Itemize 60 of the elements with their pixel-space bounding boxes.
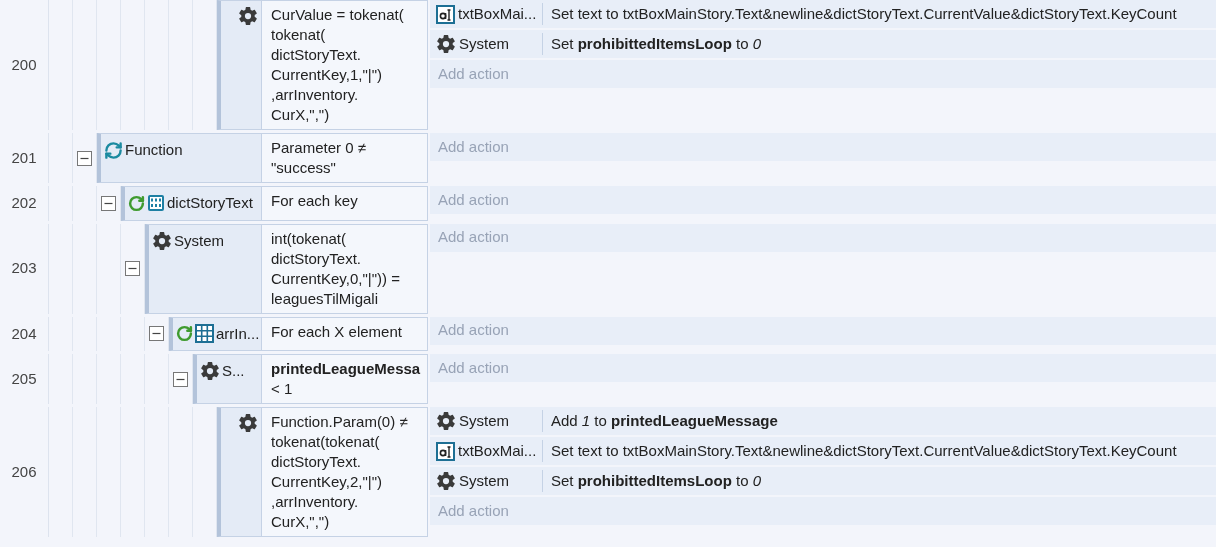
condition-block[interactable]: S... printedLeagueMessa < 1 — [193, 354, 428, 404]
action-text: Add 1 to printedLeagueMessage — [550, 410, 778, 431]
action-text: Set text to txtBoxMainStory.Text&newline&dictStoryText.CurrentValue&dictStoryText.KeyCount — [550, 440, 1177, 461]
gear-icon — [200, 361, 220, 382]
action-row[interactable]: txtBoxMai... Set text to txtBoxMainStory.Text&newline&dictStoryText.CurrentValue&dictStoryText.KeyCount — [430, 0, 1216, 28]
condition-text: For each key — [271, 191, 359, 211]
object-name: arrIn... — [216, 323, 260, 344]
object-name: System — [174, 230, 224, 251]
condition-text: For each X element — [271, 321, 403, 342]
object-name: dictStoryText — [167, 193, 253, 213]
gear-icon — [436, 34, 456, 54]
action-row[interactable]: System Add 1 to printedLeagueMessage — [430, 407, 1216, 435]
gear-icon — [436, 411, 456, 431]
gear-icon — [152, 230, 172, 251]
line-number: 201 — [11, 147, 37, 168]
condition-block[interactable]: CurValue = tokenat( tokenat( dictStoryText. CurrentKey,1,"|") ,arrInventory. CurX,",") — [217, 0, 428, 130]
object-name: S... — [222, 361, 245, 381]
collapse-button[interactable] — [125, 261, 140, 276]
condition-block[interactable]: arrIn... For each X element — [169, 316, 428, 351]
collapse-button[interactable] — [77, 150, 92, 166]
action-text: Set text to txtBoxMainStory.Text&newline&dictStoryText.CurrentValue&dictStoryText.KeyCount — [550, 3, 1177, 24]
gear-icon — [238, 413, 258, 433]
line-number: 206 — [11, 461, 37, 482]
collapse-button[interactable] — [149, 326, 164, 342]
line-number: 204 — [11, 323, 37, 344]
object-name: txtBoxMai... — [458, 3, 537, 24]
function-icon — [104, 140, 123, 160]
object-name: System — [459, 410, 509, 431]
condition-text: printedLeagueMessa < 1 — [271, 359, 418, 399]
collapse-button[interactable] — [173, 371, 188, 387]
loop-icon — [128, 194, 145, 212]
action-row[interactable]: System Set prohibittedItemsLoop to 0 — [430, 467, 1216, 495]
condition-text: int(tokenat( dictStoryText. CurrentKey,0,"|")) = leaguesTilMigali — [271, 228, 401, 309]
action-row[interactable]: txtBoxMai... Set text to txtBoxMainStory.Text&newline&dictStoryText.CurrentValue&dictStoryText.KeyCount — [430, 437, 1216, 465]
gear-icon — [436, 471, 456, 491]
condition-text: Parameter 0 ≠ "success" — [271, 138, 367, 178]
condition-block[interactable]: dictStoryText For each key — [121, 186, 428, 221]
object-name: System — [459, 33, 509, 54]
loop-icon — [176, 325, 193, 343]
dictionary-icon — [147, 194, 165, 213]
condition-text: CurValue = tokenat( tokenat( dictStoryText. CurrentKey,1,"|") ,arrInventory. CurX,",") — [271, 5, 405, 125]
text-box-icon — [436, 441, 455, 461]
gear-icon — [238, 6, 258, 26]
condition-text: Function.Param(0) ≠ tokenat(tokenat( dictStoryText. CurrentKey,2,"|") ,arrInventory. CurX,",") — [271, 412, 409, 532]
collapse-button[interactable] — [101, 195, 116, 211]
line-number: 202 — [11, 193, 37, 213]
object-name: Function — [125, 140, 183, 160]
condition-block[interactable]: System int(tokenat( dictStoryText. CurrentKey,0,"|")) = leaguesTilMigali — [145, 223, 428, 314]
line-number: 200 — [11, 54, 37, 75]
object-name: txtBoxMai... — [458, 440, 537, 461]
text-box-icon — [436, 4, 455, 24]
line-number: 203 — [11, 258, 37, 279]
action-text: Set prohibittedItemsLoop to 0 — [550, 33, 762, 54]
line-number: 205 — [11, 368, 37, 389]
condition-block[interactable]: Function.Param(0) ≠ tokenat(tokenat( dictStoryText. CurrentKey,2,"|") ,arrInventory. CurX,",") — [217, 407, 428, 537]
condition-block[interactable]: Function Parameter 0 ≠ "success" — [97, 133, 428, 183]
object-name: System — [459, 470, 509, 491]
action-text: Set prohibittedItemsLoop to 0 — [550, 470, 762, 491]
grid-icon — [195, 324, 214, 344]
action-row[interactable]: System Set prohibittedItemsLoop to 0 — [430, 30, 1216, 58]
